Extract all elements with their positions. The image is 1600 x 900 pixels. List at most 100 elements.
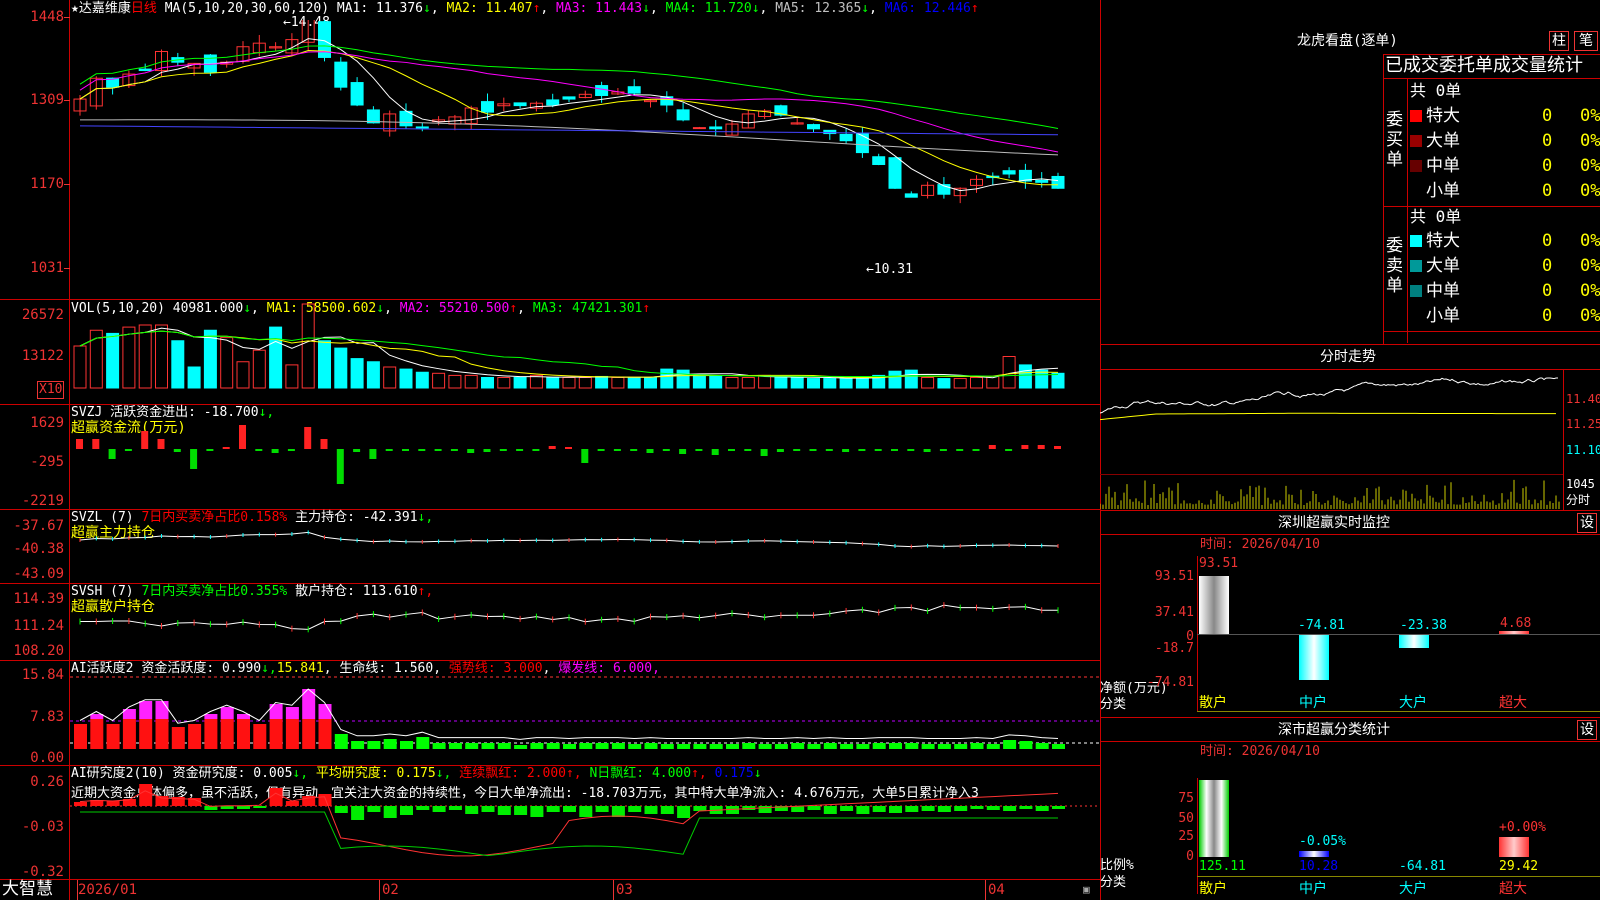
volume-bar: [970, 377, 983, 389]
activity-bar: [334, 734, 348, 749]
volume-bar: [1035, 369, 1049, 389]
bar-mode-button[interactable]: 柱: [1549, 31, 1569, 51]
flow-bar: [450, 449, 458, 451]
volume-chart[interactable]: [70, 300, 1100, 404]
lhb-title: 龙虎看盘(逐单): [1297, 33, 1398, 49]
volume-bar: [73, 345, 87, 389]
category-bar[interactable]: [1199, 576, 1229, 634]
volume-bar: [660, 368, 674, 389]
flow-bar: [809, 449, 817, 451]
price-axis-label: 1309: [30, 92, 64, 108]
activity-bar: [546, 743, 560, 749]
order-pct: 0%: [1580, 106, 1600, 126]
research-line-green: [80, 811, 1058, 857]
activity-bar: [514, 745, 528, 749]
research-bar: [285, 801, 299, 806]
activity-bar: [889, 743, 902, 749]
category-bar[interactable]: [1199, 780, 1229, 857]
tick-mode-button[interactable]: 笔: [1574, 31, 1598, 51]
category-bar[interactable]: [1299, 851, 1329, 857]
flow-bar: [972, 449, 980, 451]
period-label[interactable]: 日线: [131, 1, 157, 16]
svzj-chart[interactable]: [70, 405, 1100, 509]
category-bar[interactable]: [1499, 837, 1529, 857]
flow-bar: [793, 449, 801, 451]
activity-bar: [285, 719, 299, 749]
activity-bar: [481, 743, 495, 749]
flow-bar: [1037, 445, 1045, 449]
lock-icon[interactable]: ▣: [1083, 882, 1090, 898]
volume-bar: [318, 340, 331, 389]
research-bar: [921, 806, 935, 811]
activity-bar: [774, 744, 788, 749]
brand-logo: 大智慧: [2, 879, 53, 899]
flow-bar: [190, 449, 198, 469]
volume-bar: [676, 369, 690, 389]
vol-unit-badge[interactable]: X10: [37, 381, 65, 399]
star-icon[interactable]: ★: [71, 1, 79, 16]
activity-bar: [74, 724, 87, 749]
activity-bar: [188, 724, 202, 749]
ma-value: MA5: 12.365: [767, 1, 862, 16]
divider: [1383, 54, 1384, 344]
zero-line: [1197, 634, 1600, 635]
activity-bar: [1052, 744, 1065, 749]
ai-research-chart[interactable]: [70, 766, 1100, 879]
flow-bar: [565, 447, 572, 449]
flow-bar: [385, 449, 393, 451]
volume-bar: [921, 377, 935, 389]
category-bar[interactable]: [1399, 634, 1429, 649]
flow-bar: [141, 431, 149, 449]
volume-bar: [497, 377, 511, 389]
candlestick-chart[interactable]: [70, 20, 1100, 298]
volume-bar: [644, 377, 657, 389]
monitor-axis-label: 93.51: [1154, 569, 1194, 584]
research-bar: [106, 801, 120, 806]
research-bar: [758, 806, 772, 813]
arrow-icon: ↓: [422, 1, 431, 16]
intraday-axis-label: 11.25: [1566, 417, 1600, 431]
volume-bar: [399, 368, 413, 389]
category-bar[interactable]: [1299, 634, 1329, 681]
activity-bar: [155, 719, 169, 749]
research-bar: [155, 796, 169, 806]
svzl-chart[interactable]: [70, 510, 1100, 583]
volume-bar: [155, 324, 168, 389]
research-bar: [970, 806, 984, 809]
activity-bar: [302, 719, 316, 749]
stats-top-value: +0.00%: [1499, 820, 1546, 835]
research-bar: [595, 806, 609, 812]
research-bar: [351, 806, 365, 820]
volume-bar: [481, 377, 494, 389]
separator: ,: [649, 1, 658, 16]
divider: [0, 879, 1100, 880]
activity-bar: [726, 744, 739, 749]
activity-bar: [204, 719, 218, 749]
stats-title: 深市超赢分类统计: [1278, 722, 1390, 738]
flow-bar: [939, 449, 947, 451]
activity-bar: [1035, 743, 1049, 749]
intraday-chart[interactable]: [1100, 370, 1563, 510]
stats-settings-button[interactable]: 设: [1577, 720, 1597, 740]
monitor-value: 93.51: [1199, 556, 1239, 571]
volume-bar: [692, 374, 706, 389]
activity-bar: [856, 744, 870, 749]
research-bar: [220, 806, 234, 809]
activity-bar: [90, 719, 104, 749]
flow-bar: [891, 449, 898, 451]
research-bar: [954, 806, 968, 811]
research-bar: [334, 806, 348, 813]
ai-activity-chart[interactable]: [70, 661, 1100, 765]
monitor-settings-button[interactable]: 设: [1577, 513, 1597, 533]
category-label: 中户: [1299, 695, 1327, 711]
monitor-time: 时间: 2026/04/10: [1200, 537, 1320, 552]
volume-bar: [350, 358, 364, 389]
divider: [1563, 369, 1564, 510]
svsh-chart[interactable]: [70, 584, 1100, 660]
divider: [1407, 79, 1408, 343]
avg-line: [1100, 412, 1556, 421]
activity-bar: [1003, 740, 1017, 749]
research-bar: [514, 806, 528, 815]
flow-bar: [728, 449, 735, 451]
volume-bar: [366, 361, 380, 389]
